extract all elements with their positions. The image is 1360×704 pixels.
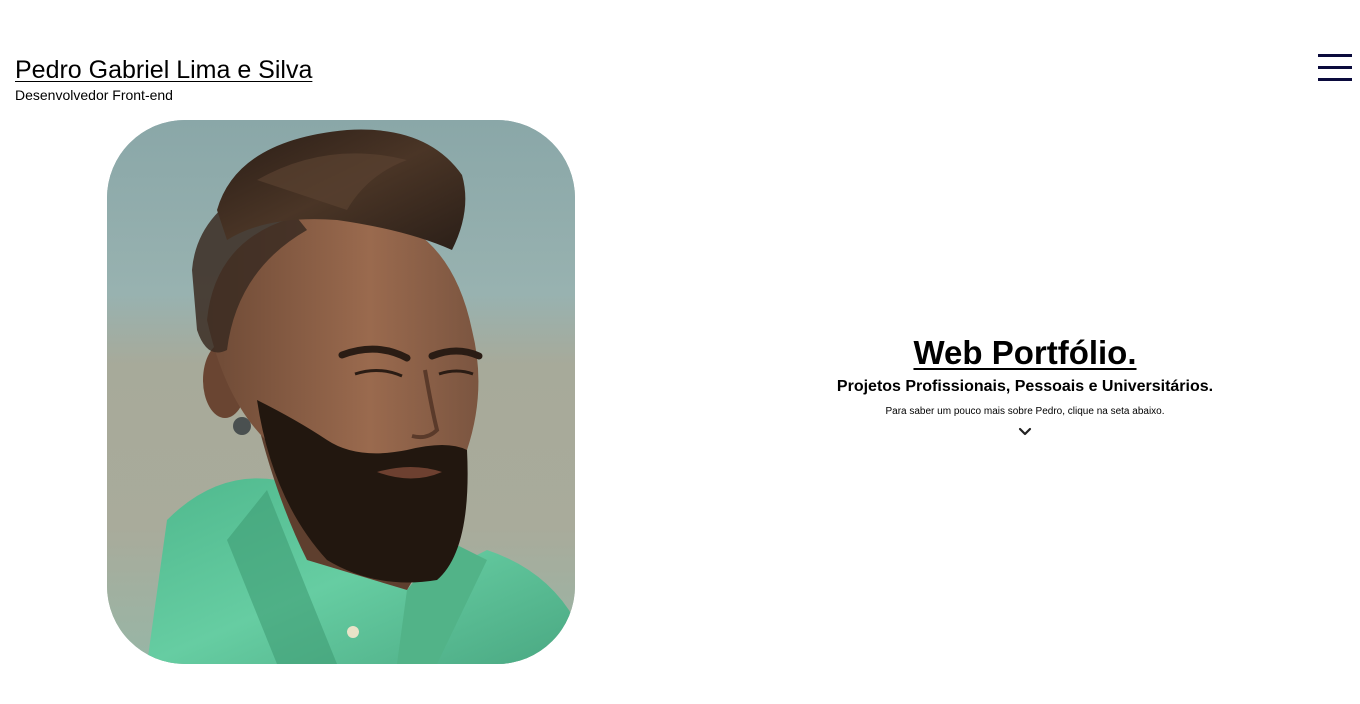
hero-section: Web Portfólio. Projetos Profissionais, P…	[700, 334, 1350, 442]
hero-subtitle: Projetos Profissionais, Pessoais e Unive…	[836, 378, 1214, 395]
brand-role: Desenvolvedor Front-end	[15, 87, 173, 103]
menu-bar	[1318, 78, 1352, 81]
hero-title: Web Portfólio.	[913, 334, 1137, 371]
page: Pedro Gabriel Lima e Silva Desenvolvedor…	[0, 0, 1360, 704]
brand: Pedro Gabriel Lima e Silva Desenvolvedor…	[15, 56, 312, 103]
hero-note: Para saber um pouco mais sobre Pedro, cl…	[885, 406, 1165, 417]
brand-name-link[interactable]: Pedro Gabriel Lima e Silva	[15, 56, 312, 84]
hamburger-menu-icon[interactable]	[1318, 54, 1352, 82]
profile-photo	[107, 120, 575, 664]
menu-bar	[1318, 54, 1352, 57]
chevron-down-icon[interactable]	[1018, 424, 1032, 436]
menu-bar	[1318, 66, 1352, 69]
